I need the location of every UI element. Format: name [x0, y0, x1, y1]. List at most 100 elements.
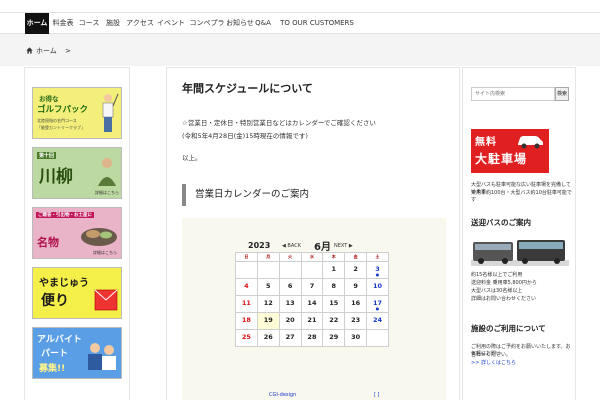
nav-item-access[interactable]: アクセス — [125, 13, 155, 34]
golf-pack-line4: 「能登カントリークラブ」 — [37, 125, 85, 130]
weekday-mon: 月 — [256, 252, 280, 262]
specialty-line2: 名物 — [37, 236, 59, 249]
weekday-sun: 日 — [235, 252, 258, 262]
calendar-day[interactable]: 11 — [235, 295, 258, 313]
breadcrumb-bar: ホーム > — [0, 34, 600, 66]
calendar-next-button[interactable]: NEXT ▶ — [334, 243, 353, 249]
job-line2: パート — [41, 349, 69, 359]
calendar-day[interactable] — [366, 329, 389, 347]
calendar-day[interactable]: 21 — [300, 312, 324, 330]
calendar-day[interactable]: 8 — [322, 278, 346, 296]
calendar-day[interactable]: 24 — [366, 312, 389, 330]
calendar-day[interactable]: 3 ● — [366, 261, 389, 279]
calendar-day[interactable]: 5 — [256, 278, 280, 296]
calendar-day[interactable] — [300, 261, 324, 279]
nav-item-facility[interactable]: 施設 — [103, 13, 123, 34]
bus-heading: 送迎バスのご案内 — [471, 218, 531, 227]
left-sidebar: お得な ゴルフパック 北陸屈指の名門コース 「能登カントリークラブ」 第十回 川… — [24, 67, 130, 400]
breadcrumb-home-link[interactable]: ホーム — [36, 47, 57, 55]
newsletter-line2: 便り — [41, 293, 69, 309]
bus-text-3: 大型バスは30名様以上 — [471, 288, 523, 294]
guide-heading: 施設のご利用について — [471, 324, 546, 333]
calendar-day[interactable]: 29 — [322, 329, 346, 347]
senryu-line3: 詳細はこちら — [95, 190, 119, 195]
nav-item-course[interactable]: コース — [77, 13, 101, 34]
newsletter-line1: やまじゅう — [39, 278, 89, 289]
calendar-day[interactable]: 13 — [278, 295, 302, 313]
calendar-day[interactable]: 9 — [344, 278, 368, 296]
calendar-day-today[interactable]: 19 — [256, 312, 280, 330]
calendar-day[interactable] — [278, 261, 302, 279]
newsletter-banner[interactable]: やまじゅう 便り — [32, 267, 122, 319]
nav-item-qa[interactable]: Q&A — [254, 13, 272, 34]
calendar-day[interactable]: 28 — [300, 329, 324, 347]
calendar-footer-mark: [ ] — [374, 392, 380, 398]
calendar-day[interactable]: 2 — [344, 261, 368, 279]
guide-link[interactable]: >> 詳しくはこちら — [471, 359, 516, 366]
bus-photo — [471, 240, 569, 266]
nav-item-home[interactable]: ホーム — [25, 13, 49, 34]
search-button[interactable]: 検索 — [555, 87, 569, 101]
calendar-week-row: 18 19 20 21 22 23 24 — [235, 312, 389, 330]
calendar-day[interactable]: 30 — [344, 329, 368, 347]
calendar-day[interactable]: 25 — [235, 329, 258, 347]
nav-item-news[interactable]: お知らせ — [226, 13, 254, 34]
event-marker-icon: ● — [375, 272, 380, 277]
golf-pack-banner[interactable]: お得な ゴルフパック 北陸屈指の名門コース 「能登カントリークラブ」 — [32, 87, 122, 139]
parking-text-2: 乗用車約100台・大型バス約10台駐車可能です — [471, 190, 572, 203]
letter-illustration-icon — [94, 289, 118, 311]
calendar-day[interactable]: 16 — [344, 295, 368, 313]
calendar-credit-link[interactable]: CGI-design — [269, 392, 296, 398]
calendar-day[interactable]: 18 — [235, 312, 258, 330]
nav-item-event[interactable]: イベント — [156, 13, 186, 34]
calendar-day[interactable] — [256, 261, 280, 279]
golf-pack-line3: 北陸屈指の名門コース — [37, 118, 77, 123]
search-input[interactable] — [471, 87, 555, 101]
specialty-line1: ご贈答・引出物・お土産に — [36, 212, 94, 218]
bus-text-4: 詳細はお問い合わせください — [471, 296, 537, 302]
calendar-day[interactable]: 27 — [278, 329, 302, 347]
parking-banner[interactable]: 無料 大駐車場 — [471, 129, 549, 173]
senryu-banner[interactable]: 第十回 川柳 詳細はこちら — [32, 147, 122, 199]
calendar-day[interactable] — [235, 261, 258, 279]
nav-item-customers[interactable]: TO OUR CUSTOMERS — [280, 13, 354, 34]
calendar-day[interactable]: 26 — [256, 329, 280, 347]
golf-pack-line1: お得な — [39, 95, 59, 103]
job-banner[interactable]: アルバイト パート 募集!! — [32, 327, 122, 379]
senryu-line2: 川柳 — [39, 167, 73, 187]
calendar-day[interactable]: 1 — [322, 261, 346, 279]
breadcrumb-separator: > — [65, 47, 71, 55]
calendar-month: 6月 — [314, 242, 331, 253]
golf-pack-line2: ゴルフパック — [37, 105, 89, 115]
bus-text-1: 約15名様以上でご利用 — [471, 272, 523, 278]
page-title: 年間スケジュールについて — [182, 82, 313, 95]
closing-text: 以上。 — [182, 154, 202, 162]
parking-title: 大駐車場 — [475, 152, 528, 166]
nav-item-price[interactable]: 料金表 — [51, 13, 75, 34]
calendar-prev-button[interactable]: ◀ BACK — [282, 243, 301, 249]
top-navigation: ホーム 料金表 コース 施設 アクセス イベント コンペプラン お知らせ Q&A… — [0, 12, 600, 48]
calendar-day[interactable]: 7 — [300, 278, 324, 296]
calendar: 2023 ◀ BACK 6月 NEXT ▶ 日 月 火 水 木 金 土 1 2 … — [182, 218, 446, 400]
golfer-illustration-icon — [102, 93, 119, 132]
nav-item-competition[interactable]: コンペプラン — [188, 13, 226, 48]
calendar-day[interactable]: 4 — [235, 278, 258, 296]
parking-free-label: 無料 — [475, 137, 497, 148]
calendar-day[interactable]: 14 — [300, 295, 324, 313]
calendar-day[interactable]: 6 — [278, 278, 302, 296]
intro-text: ☆営業日・定休日・特別営業日などはカレンダーでご確認ください — [182, 119, 376, 127]
calendar-day[interactable]: 10 — [366, 278, 389, 296]
calendar-week-row: 11 12 13 14 15 16 17 ● — [235, 295, 389, 313]
calendar-day[interactable]: 20 — [278, 312, 302, 330]
calendar-day[interactable]: 15 — [322, 295, 346, 313]
specialty-banner[interactable]: ご贈答・引出物・お土産に 名物 詳細はこちら — [32, 207, 122, 259]
calendar-day[interactable]: 22 — [322, 312, 346, 330]
weekday-sat: 土 — [366, 252, 389, 262]
calendar-day[interactable]: 23 — [344, 312, 368, 330]
calendar-day[interactable]: 17 ● — [366, 295, 389, 313]
guide-text-2: 合わせください。 — [471, 352, 512, 358]
specialty-line3: 詳細はこちら — [93, 250, 117, 255]
weekday-fri: 金 — [344, 252, 368, 262]
calendar-day[interactable]: 12 — [256, 295, 280, 313]
weekday-tue: 火 — [278, 252, 302, 262]
